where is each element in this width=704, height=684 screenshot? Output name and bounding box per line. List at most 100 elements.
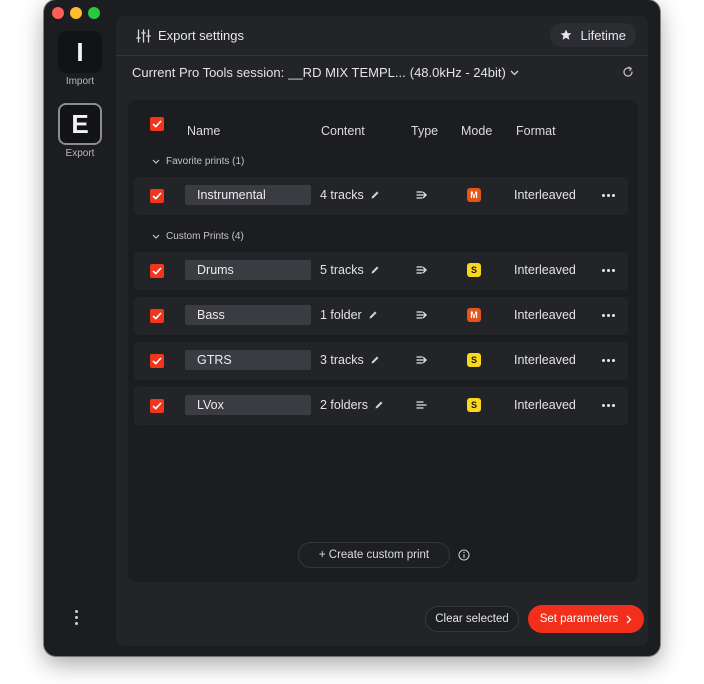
print-name-field[interactable]: LVox (185, 395, 311, 415)
chevron-right-icon (626, 615, 632, 623)
topbar: Export settings Lifetime (116, 16, 648, 56)
content-cell[interactable]: 3 tracks (320, 353, 380, 367)
row-checkbox[interactable] (150, 309, 164, 323)
print-name-field[interactable]: Drums (185, 260, 311, 280)
content-cell[interactable]: 4 tracks (320, 188, 380, 202)
session-format: (48.0kHz - 24bit) (409, 65, 506, 80)
table-row[interactable]: Bass 1 folder M Interleaved (134, 297, 628, 335)
format-cell: Interleaved (514, 353, 576, 367)
set-parameters-button[interactable]: Set parameters (528, 605, 644, 633)
pencil-icon (369, 311, 377, 319)
content-label: 1 folder (320, 308, 362, 322)
table-row[interactable]: GTRS 3 tracks S Interleaved (134, 342, 628, 380)
select-all-checkbox[interactable] (150, 117, 164, 131)
refresh-icon[interactable] (622, 66, 634, 78)
mode-badge: S (467, 353, 481, 367)
header-type: Type (411, 124, 439, 138)
set-parameters-label: Set parameters (539, 613, 619, 625)
create-custom-print-label: + Create custom print (318, 549, 430, 561)
clear-selected-button[interactable]: Clear selected (425, 606, 519, 632)
sliders-icon (136, 28, 151, 43)
mode-badge: S (467, 398, 481, 412)
checkmark-icon (152, 312, 162, 320)
table-row[interactable]: Drums 5 tracks S Interleaved (134, 252, 628, 290)
content-cell[interactable]: 5 tracks (320, 263, 380, 277)
checkmark-icon (152, 402, 162, 410)
align-right-arrow-icon (416, 311, 427, 319)
more-horizontal-icon[interactable] (602, 359, 615, 362)
format-cell: Interleaved (514, 263, 576, 277)
import-label: Import (65, 76, 95, 87)
pencil-icon (371, 356, 379, 364)
mode-badge: M (467, 308, 481, 322)
format-cell: Interleaved (514, 398, 576, 412)
more-horizontal-icon[interactable] (602, 269, 615, 272)
content-label: 4 tracks (320, 188, 364, 202)
content-label: 2 folders (320, 398, 368, 412)
session-label: Current Pro Tools session: (132, 65, 285, 80)
align-left-lines-icon (416, 401, 427, 409)
print-name-field[interactable]: GTRS (185, 350, 311, 370)
session-name: __RD MIX TEMPL... (288, 65, 406, 80)
export-label: Export (65, 148, 95, 159)
export-settings-title: Export settings (136, 28, 244, 43)
mode-badge: M (467, 188, 481, 202)
info-icon[interactable] (458, 549, 470, 561)
content-label: 3 tracks (320, 353, 364, 367)
align-right-arrow-icon (416, 191, 427, 199)
more-horizontal-icon[interactable] (602, 194, 615, 197)
row-checkbox[interactable] (150, 264, 164, 278)
create-custom-print-button[interactable]: + Create custom print (298, 542, 450, 568)
app-window: I Import E Export Export settings Lifeti… (44, 0, 660, 656)
align-right-arrow-icon (416, 356, 427, 364)
clear-selected-label: Clear selected (435, 613, 509, 625)
format-cell: Interleaved (514, 188, 576, 202)
format-cell: Interleaved (514, 308, 576, 322)
content-label: 5 tracks (320, 263, 364, 277)
header-content: Content (321, 124, 365, 138)
session-selector[interactable]: Current Pro Tools session: __RD MIX TEMP… (132, 65, 519, 80)
pencil-icon (371, 266, 379, 274)
more-horizontal-icon[interactable] (602, 314, 615, 317)
export-settings-label: Export settings (158, 28, 244, 43)
print-name-field[interactable]: Instrumental (185, 185, 311, 205)
mode-badge: S (467, 263, 481, 277)
header-name: Name (187, 124, 221, 138)
lifetime-label: Lifetime (580, 27, 626, 43)
export-letter: E (71, 108, 89, 139)
pencil-icon (371, 191, 379, 199)
chevron-down-icon (152, 234, 160, 239)
table-row[interactable]: Instrumental 4 tracks M Interleaved (134, 177, 628, 215)
star-icon (561, 29, 572, 40)
table-row[interactable]: LVox 2 folders S Interleaved (134, 387, 628, 425)
print-name-field[interactable]: Bass (185, 305, 311, 325)
chevron-down-icon (152, 159, 160, 164)
chevron-down-icon (510, 70, 519, 75)
content-cell[interactable]: 2 folders (320, 398, 384, 412)
import-button[interactable]: I (58, 31, 102, 73)
group-label: Favorite prints (1) (166, 156, 245, 167)
checkmark-icon (152, 192, 162, 200)
export-button[interactable]: E (58, 103, 102, 145)
header-format: Format (516, 124, 556, 138)
lifetime-button[interactable]: Lifetime (550, 23, 636, 47)
pencil-icon (375, 401, 383, 409)
checkmark-icon (152, 120, 162, 128)
row-checkbox[interactable] (150, 354, 164, 368)
custom-prints-toggle[interactable]: Custom Prints (4) (152, 231, 244, 242)
group-label: Custom Prints (4) (166, 231, 244, 242)
content-cell[interactable]: 1 folder (320, 308, 378, 322)
prints-table: Name Content Type Mode Format Favorite p… (128, 100, 638, 582)
more-vertical-icon[interactable] (75, 610, 78, 625)
main-panel: Export settings Lifetime Current Pro Too… (116, 16, 648, 646)
more-horizontal-icon[interactable] (602, 404, 615, 407)
align-right-arrow-icon (416, 266, 427, 274)
row-checkbox[interactable] (150, 399, 164, 413)
favorite-prints-toggle[interactable]: Favorite prints (1) (152, 156, 244, 167)
import-letter: I (76, 36, 84, 67)
sidebar: I Import E Export (44, 0, 116, 656)
row-checkbox[interactable] (150, 189, 164, 203)
checkmark-icon (152, 357, 162, 365)
header-mode: Mode (461, 124, 493, 138)
checkmark-icon (152, 267, 162, 275)
